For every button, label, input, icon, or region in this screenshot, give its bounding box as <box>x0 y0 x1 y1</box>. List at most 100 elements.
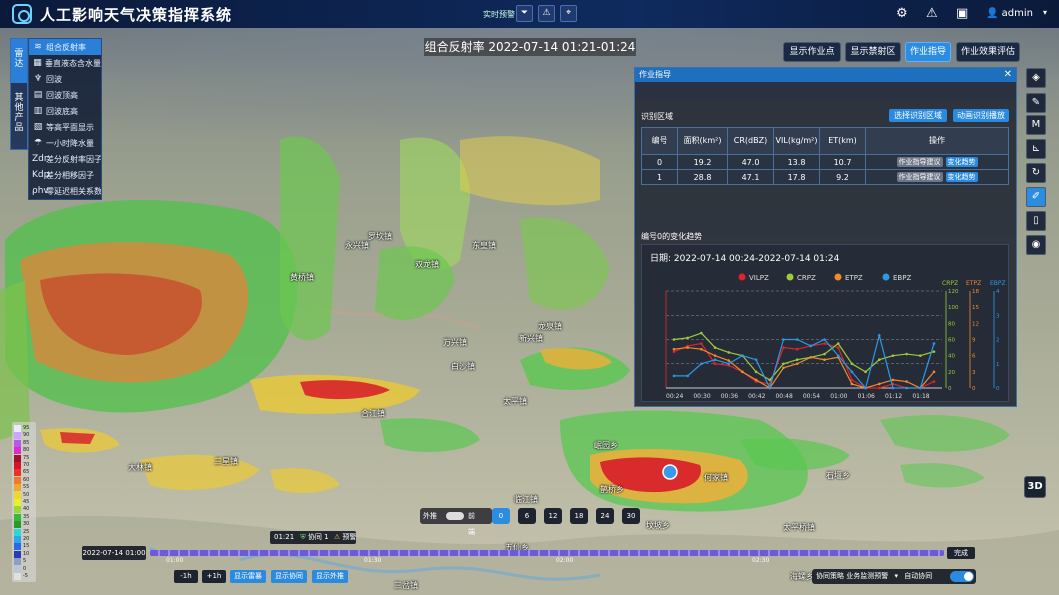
series-point-EBPZ <box>919 386 922 390</box>
table-cell: 1 <box>641 169 678 185</box>
show-coop-button[interactable]: 显示协同 <box>271 570 307 583</box>
table-cell: 19.2 <box>677 154 728 170</box>
auto-coop-toggle[interactable] <box>950 571 974 582</box>
user-menu[interactable]: 👤 admin <box>986 8 1033 19</box>
layer-item-2[interactable]: ♆ 回波 <box>29 71 101 87</box>
table-cell-ops: 作业指导建议 变化趋势 <box>865 169 1009 185</box>
legend-value: 35 <box>23 513 30 520</box>
series-point-EBPZ <box>768 386 772 390</box>
legend-swatch <box>14 550 21 558</box>
map-icon[interactable]: ▯ <box>1026 211 1046 231</box>
alarm-icon[interactable]: ⚠ <box>926 6 938 22</box>
brush-icon[interactable]: ✐ <box>1026 187 1046 207</box>
warning-icon[interactable]: ⚠ <box>538 5 555 22</box>
x-tick-label: 01:00 <box>830 393 847 400</box>
settings-gear-icon[interactable]: ⚙ <box>896 6 908 22</box>
layer-item-9[interactable]: ρhv 零延迟相关系数 <box>29 183 101 199</box>
layer-icon: ▤ <box>33 90 43 100</box>
color-legend: 95 90 85 80 75 70 65 60 55 50 45 40 35 30 25 20 15 10 5 0 -5 <box>12 422 36 582</box>
step-button-6[interactable]: 6 <box>518 508 536 524</box>
show-no-fire-zones-button[interactable]: 显示禁射区 <box>845 42 901 62</box>
series-point-EBPZ <box>836 354 840 357</box>
step-button-12[interactable]: 12 <box>544 508 562 524</box>
series-point-EBPZ <box>795 338 799 341</box>
guidance-advice-button[interactable]: 作业指导建议 <box>896 172 943 182</box>
tick-label-crpz: 100 <box>948 305 959 311</box>
place-label: 新兴镇 <box>519 334 543 343</box>
layers-icon[interactable]: ◈ <box>1026 68 1046 88</box>
back-1h-button[interactable]: -1h <box>174 570 198 583</box>
layer-item-7[interactable]: Zdr 差分反射率因子 <box>29 151 101 167</box>
series-point-ETPZ <box>809 355 813 359</box>
legend-value: 40 <box>23 506 30 513</box>
trend-title: 编号0的变化趋势 <box>641 232 703 241</box>
trend-button[interactable]: 变化趋势 <box>945 157 978 167</box>
series-point-EBPZ <box>686 374 689 378</box>
done-button[interactable]: 完成 <box>947 547 975 559</box>
step-button-18[interactable]: 18 <box>570 508 588 524</box>
series-point-CRPZ <box>768 378 772 382</box>
show-work-points-button[interactable]: 显示作业点 <box>783 42 841 62</box>
filter-icon[interactable]: ⏷ <box>516 5 533 22</box>
legend-value: 10 <box>23 550 30 557</box>
extrapolation-toggle[interactable] <box>446 512 464 520</box>
place-label: 罗坎镇 <box>368 232 392 241</box>
series-point-EBPZ <box>850 370 854 374</box>
work-guidance-button[interactable]: 作业指导 <box>905 42 951 62</box>
legend-swatch <box>14 573 21 580</box>
chart-icon[interactable]: ⊾ <box>1026 139 1046 159</box>
timeline-tick: 02:30 <box>752 557 770 564</box>
guidance-advice-button[interactable]: 作业指导建议 <box>896 157 943 167</box>
timeline-tick: 01:30 <box>364 557 382 564</box>
step-button-30[interactable]: 30 <box>622 508 640 524</box>
series-point-CRPZ <box>672 338 676 341</box>
legend-value: 5 <box>23 558 27 565</box>
series-point-CRPZ <box>700 331 703 335</box>
place-label: 东皇镇 <box>472 241 496 250</box>
chevron-down-icon[interactable]: ▾ <box>1043 8 1047 17</box>
col-header: CR(dBZ) <box>727 127 774 155</box>
legend-marker <box>786 273 794 281</box>
layer-item-5[interactable]: ▧ 等高平面显示 <box>29 119 101 135</box>
show-thunderstorm-button[interactable]: 显示雷暴 <box>230 570 266 583</box>
show-extrapolation-button[interactable]: 显示外推 <box>312 570 348 583</box>
pin-icon[interactable]: ◉ <box>1026 235 1046 255</box>
series-point-ETPZ <box>754 378 758 382</box>
chevron-down-icon[interactable]: ▾ <box>894 572 898 580</box>
tab-other-products[interactable]: 其他产品 <box>11 83 27 136</box>
layer-item-6[interactable]: ☂ 一小时降水量 <box>29 135 101 151</box>
forward-1h-button[interactable]: +1h <box>202 570 226 583</box>
ruler-icon[interactable]: ✎ <box>1026 93 1046 113</box>
select-region-button[interactable]: 选择识别区域 <box>889 109 947 122</box>
toggle-3d-button[interactable]: 3D <box>1024 476 1046 498</box>
place-label: 临江镇 <box>514 495 538 504</box>
step-button-24[interactable]: 24 <box>596 508 614 524</box>
refresh-icon[interactable]: ↻ <box>1026 163 1046 183</box>
series-point-EBPZ <box>905 386 908 390</box>
work-effect-evaluation-button[interactable]: 作业效果评估 <box>956 42 1020 62</box>
layer-label: 组合反射率 <box>46 42 86 52</box>
layer-item-1[interactable]: ▦ 垂直液态含水量 <box>29 55 101 71</box>
tab-radar[interactable]: 雷达 <box>11 39 27 83</box>
series-point-EBPZ <box>823 338 826 341</box>
monitor-icon[interactable]: ▣ <box>956 6 968 22</box>
place-label: 三星镇 <box>214 457 238 466</box>
marker-icon[interactable]: M <box>1026 115 1046 135</box>
animate-region-button[interactable]: 动画识别播放 <box>953 109 1009 122</box>
close-icon[interactable]: ✕ <box>1004 68 1012 82</box>
timeline-bar[interactable] <box>150 550 944 556</box>
legend-swatch <box>14 506 21 514</box>
series-point-ETPZ <box>932 370 936 374</box>
layer-item-3[interactable]: ▤ 回波顶高 <box>29 87 101 103</box>
col-header: VIL(kg/m²) <box>773 127 820 155</box>
step-button-0[interactable]: 0 <box>492 508 510 524</box>
legend-swatch <box>14 432 21 440</box>
trend-button[interactable]: 变化趋势 <box>945 172 978 182</box>
tick-label-etpz: 0 <box>972 386 976 392</box>
legend-value: 50 <box>23 491 30 498</box>
layer-item-4[interactable]: ▥ 回波底高 <box>29 103 101 119</box>
legend-swatch <box>14 491 21 499</box>
layer-item-0[interactable]: ≋ 组合反射率 <box>29 39 101 55</box>
layer-item-8[interactable]: Kdp 差分相移因子 <box>29 167 101 183</box>
location-icon[interactable]: ⌖ <box>560 5 577 22</box>
